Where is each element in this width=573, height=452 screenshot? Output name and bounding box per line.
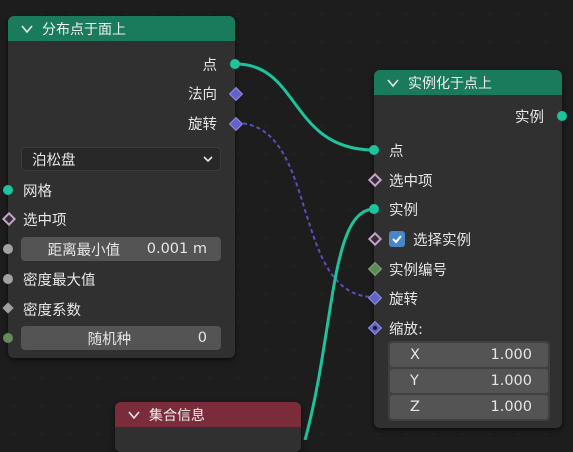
node-title: 实例化于点上 <box>408 75 492 92</box>
socket-label: 点 <box>202 57 218 74</box>
seed-field[interactable]: 随机种 0 <box>21 326 221 350</box>
field-label: 随机种 <box>87 331 132 348</box>
input-rotation: 旋转 <box>374 287 562 309</box>
output-normal: 法向 <box>8 82 235 104</box>
output-instances-socket[interactable] <box>557 111 567 121</box>
input-scale: 缩放: <box>374 317 562 339</box>
socket-label: 选中项 <box>389 173 433 190</box>
distance-min-field[interactable]: 距离最小值 0.001 m <box>21 237 221 261</box>
checkmark-icon <box>392 235 402 244</box>
link-points-to-points[interactable] <box>235 62 375 152</box>
field-label: 距离最小值 <box>47 242 121 259</box>
scale-x-field[interactable]: X 1.000 <box>390 343 548 367</box>
chevron-down-icon[interactable] <box>20 22 34 36</box>
node-header[interactable]: 分布点于面上 <box>8 16 235 41</box>
input-density-max: 密度最大值 <box>8 268 235 290</box>
socket-label: 点 <box>389 143 404 160</box>
axis-value: 1.000 <box>490 373 532 389</box>
distribute-method-dropdown[interactable]: 泊松盘 <box>21 147 221 171</box>
chevron-down-icon <box>203 156 213 163</box>
input-instance-index: 实例编号 <box>374 258 562 280</box>
input-seed-socket[interactable] <box>3 333 13 343</box>
output-rotation: 旋转 <box>8 112 235 134</box>
output-points: 点 <box>8 53 235 75</box>
node-title: 集合信息 <box>149 407 205 424</box>
collection-info-node[interactable]: 集合信息 <box>115 402 301 452</box>
link-rotation-to-rotation[interactable] <box>235 122 375 298</box>
socket-label: 密度系数 <box>23 302 81 319</box>
output-points-socket[interactable] <box>230 59 240 69</box>
socket-label: 实例编号 <box>389 262 447 279</box>
axis-label: X <box>410 347 420 363</box>
socket-label: 实例 <box>389 202 418 219</box>
input-mesh: 网格 <box>8 179 235 201</box>
node-header[interactable]: 实例化于点上 <box>374 70 562 95</box>
input-points: 点 <box>374 139 562 161</box>
node-title: 分布点于面上 <box>42 21 126 38</box>
pick-instance-toggle[interactable]: 选择实例 <box>374 228 562 250</box>
socket-label: 选中项 <box>23 212 67 229</box>
scale-vector-field: X 1.000 Y 1.000 Z 1.000 <box>388 341 550 421</box>
socket-label: 实例 <box>515 109 544 126</box>
scale-z-field[interactable]: Z 1.000 <box>390 395 548 419</box>
input-instance: 实例 <box>374 198 562 220</box>
socket-label: 密度最大值 <box>23 272 96 289</box>
field-value: 0 <box>197 330 207 346</box>
socket-label: 缩放: <box>389 321 423 338</box>
input-selection: 选中项 <box>374 169 562 191</box>
socket-label: 旋转 <box>188 116 217 133</box>
checkbox-label: 选择实例 <box>413 232 471 249</box>
field-value: 0.001 m <box>146 241 207 257</box>
axis-value: 1.000 <box>490 399 532 415</box>
link-collection-to-instance[interactable] <box>303 207 375 440</box>
output-instances: 实例 <box>374 105 562 127</box>
input-density-factor: 密度系数 <box>8 298 235 320</box>
instance-on-points-node[interactable]: 实例化于点上 实例 点 选中项 实例 选择实例 实例编号 旋转 缩放: X 1.… <box>367 70 567 428</box>
socket-label: 网格 <box>23 183 52 200</box>
axis-label: Y <box>410 373 419 389</box>
dropdown-value: 泊松盘 <box>32 152 76 169</box>
input-selection: 选中项 <box>8 208 235 230</box>
socket-label: 法向 <box>188 86 217 103</box>
axis-label: Z <box>410 399 420 415</box>
input-distance-min-socket[interactable] <box>3 244 13 254</box>
pick-instance-checkbox[interactable] <box>389 231 405 247</box>
distribute-points-node[interactable]: 分布点于面上 点 法向 旋转 泊松盘 网格 选中项 距离最小值 0.001 m … <box>1 16 244 358</box>
chevron-down-icon[interactable] <box>386 76 400 90</box>
chevron-down-icon[interactable] <box>127 408 141 422</box>
axis-value: 1.000 <box>490 347 532 363</box>
socket-label: 旋转 <box>389 291 418 308</box>
node-header[interactable]: 集合信息 <box>115 402 301 427</box>
scale-y-field[interactable]: Y 1.000 <box>390 369 548 393</box>
